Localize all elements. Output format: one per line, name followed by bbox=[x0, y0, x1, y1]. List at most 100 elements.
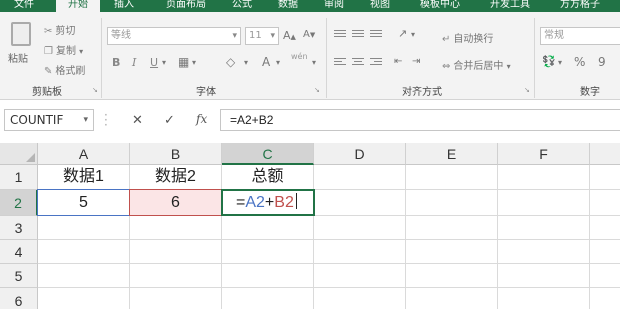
comma-style-button[interactable]: 9 bbox=[598, 55, 606, 69]
font-name-combo[interactable]: 等线 ▾ bbox=[107, 27, 241, 45]
bottom-align-icon[interactable] bbox=[370, 30, 382, 40]
alignment-group-label: 对齐方式 bbox=[402, 87, 442, 98]
column-header-f[interactable]: F bbox=[498, 143, 590, 165]
top-align-icon[interactable] bbox=[334, 30, 346, 40]
group-divider bbox=[534, 18, 535, 98]
number-format-value: 常规 bbox=[544, 30, 564, 41]
merge-center-label: 合并后居中 bbox=[453, 61, 504, 72]
tab-fangfang[interactable]: 方方格子 bbox=[548, 0, 612, 12]
border-dropdown-icon[interactable]: ▾ bbox=[192, 58, 196, 67]
phonetic-dropdown-icon[interactable]: ▾ bbox=[312, 58, 316, 67]
increase-font-button[interactable]: A▲ bbox=[283, 29, 296, 42]
tab-file[interactable]: 文件 bbox=[4, 0, 44, 12]
row-header-6[interactable]: 6 bbox=[0, 288, 38, 309]
tab-view[interactable]: 视图 bbox=[360, 0, 400, 12]
cell-a2[interactable]: 5 bbox=[38, 190, 129, 215]
cell-a1[interactable]: 数据1 bbox=[38, 165, 129, 189]
column-header-e[interactable]: E bbox=[406, 143, 498, 165]
row-header-4[interactable]: 4 bbox=[0, 240, 38, 264]
underline-dropdown-icon[interactable]: ▾ bbox=[162, 58, 166, 67]
column-header-c[interactable]: C bbox=[222, 143, 314, 165]
align-right-icon[interactable] bbox=[370, 58, 382, 68]
tab-page-layout[interactable]: 页面布局 bbox=[154, 0, 218, 12]
align-center-icon[interactable] bbox=[352, 58, 364, 68]
chevron-down-icon: ▾ bbox=[83, 115, 88, 125]
paste-button[interactable]: 粘贴 bbox=[8, 22, 36, 72]
currency-dropdown-icon[interactable]: ▾ bbox=[558, 58, 562, 67]
copy-button[interactable]: ❐ 复制 ▾ bbox=[44, 42, 83, 57]
font-color-icon[interactable]: A bbox=[262, 55, 270, 69]
tab-insert[interactable]: 插入 bbox=[104, 0, 144, 12]
row-header-2[interactable]: 2 bbox=[0, 190, 38, 216]
merge-center-button[interactable]: ⇔ 合并后居中 ▾ bbox=[442, 57, 511, 72]
paste-label: 粘贴 bbox=[8, 54, 28, 65]
enter-check-icon[interactable]: ✓ bbox=[164, 113, 175, 128]
cell-b1[interactable]: 数据2 bbox=[130, 165, 221, 189]
tab-review[interactable]: 审阅 bbox=[314, 0, 354, 12]
orientation-icon[interactable]: ↗ bbox=[398, 27, 407, 40]
increase-indent-icon[interactable]: ⇥ bbox=[412, 56, 420, 67]
font-name-value: 等线 bbox=[111, 30, 131, 41]
column-header-d[interactable]: D bbox=[314, 143, 406, 165]
italic-button[interactable]: I bbox=[132, 56, 136, 69]
alignment-launcher-icon[interactable]: ↘ bbox=[524, 86, 530, 94]
bold-button[interactable]: B bbox=[112, 56, 120, 69]
fill-color-icon[interactable]: ◇ bbox=[226, 55, 235, 69]
name-box-value: COUNTIF bbox=[10, 113, 64, 127]
tab-home[interactable]: 开始 bbox=[56, 0, 100, 12]
formula-equals: = bbox=[236, 194, 246, 211]
phonetic-guide-button[interactable]: wén bbox=[291, 52, 308, 61]
decrease-font-button[interactable]: A▼ bbox=[303, 29, 315, 40]
drag-handle-icon[interactable]: · · · bbox=[104, 109, 108, 131]
formula-input[interactable]: =A2+B2 bbox=[221, 109, 620, 131]
tab-formulas[interactable]: 公式 bbox=[222, 0, 262, 12]
cell-c1[interactable]: 总额 bbox=[222, 165, 313, 189]
wrap-text-button[interactable]: ↵ 自动换行 bbox=[442, 30, 493, 45]
select-all-button[interactable] bbox=[0, 143, 38, 165]
format-painter-button[interactable]: ✎ 格式刷 bbox=[44, 62, 85, 77]
clipboard-group-label: 剪贴板 bbox=[32, 87, 62, 98]
tab-template-center[interactable]: 模板中心 bbox=[408, 0, 472, 12]
column-header-g[interactable] bbox=[590, 143, 620, 165]
tab-data[interactable]: 数据 bbox=[268, 0, 308, 12]
merge-icon: ⇔ bbox=[442, 61, 451, 72]
row-header-3[interactable]: 3 bbox=[0, 216, 38, 240]
phonetic-label: wén bbox=[291, 52, 308, 61]
formula-ref-a2: A2 bbox=[245, 194, 265, 211]
formula-operator: + bbox=[264, 194, 275, 211]
middle-align-icon[interactable] bbox=[352, 30, 364, 40]
cancel-icon[interactable]: ✕ bbox=[132, 113, 143, 128]
spreadsheet-grid: A B C D E F 1 2 3 4 5 6 数据1 数据2 总额 5 6 =… bbox=[0, 143, 620, 309]
font-color-dropdown-icon[interactable]: ▾ bbox=[276, 58, 280, 67]
chevron-down-icon: ▾ bbox=[232, 31, 237, 41]
ribbon-tab-bar: 文件 开始 插入 页面布局 公式 数据 审阅 视图 模板中心 开发工具 方方格子 bbox=[0, 0, 620, 12]
number-format-combo[interactable]: 常规 bbox=[540, 27, 620, 45]
fill-dropdown-icon[interactable]: ▾ bbox=[244, 58, 248, 67]
gridline bbox=[38, 263, 620, 264]
cut-button[interactable]: ✂ 剪切 bbox=[44, 22, 75, 37]
align-left-icon[interactable] bbox=[334, 58, 346, 68]
underline-button[interactable]: U bbox=[150, 56, 158, 69]
row-header-5[interactable]: 5 bbox=[0, 264, 38, 288]
currency-icon[interactable]: 💱 bbox=[542, 55, 556, 68]
column-header-a[interactable]: A bbox=[38, 143, 130, 165]
formula-ref-b2: B2 bbox=[274, 194, 294, 211]
percent-button[interactable]: % bbox=[574, 55, 585, 69]
font-launcher-icon[interactable]: ↘ bbox=[314, 86, 320, 94]
group-divider bbox=[326, 18, 327, 98]
cell-c2-editor[interactable]: =A2+B2 bbox=[236, 193, 297, 213]
name-box[interactable]: COUNTIF ▾ bbox=[4, 109, 94, 131]
orientation-dropdown-icon[interactable]: ▾ bbox=[411, 30, 415, 39]
column-header-b[interactable]: B bbox=[130, 143, 222, 165]
clipboard-launcher-icon[interactable]: ↘ bbox=[92, 86, 98, 94]
text-cursor bbox=[295, 193, 297, 209]
tab-developer[interactable]: 开发工具 bbox=[478, 0, 542, 12]
cell-b2[interactable]: 6 bbox=[130, 190, 221, 215]
font-size-combo[interactable]: 11 ▾ bbox=[245, 27, 279, 45]
border-icon[interactable]: ▦ bbox=[178, 55, 189, 69]
decrease-indent-icon[interactable]: ⇤ bbox=[394, 56, 402, 67]
number-group-label: 数字 bbox=[580, 87, 600, 98]
row-header-1[interactable]: 1 bbox=[0, 165, 38, 190]
scissors-icon: ✂ bbox=[44, 26, 53, 37]
insert-function-button[interactable]: fx bbox=[196, 112, 207, 126]
